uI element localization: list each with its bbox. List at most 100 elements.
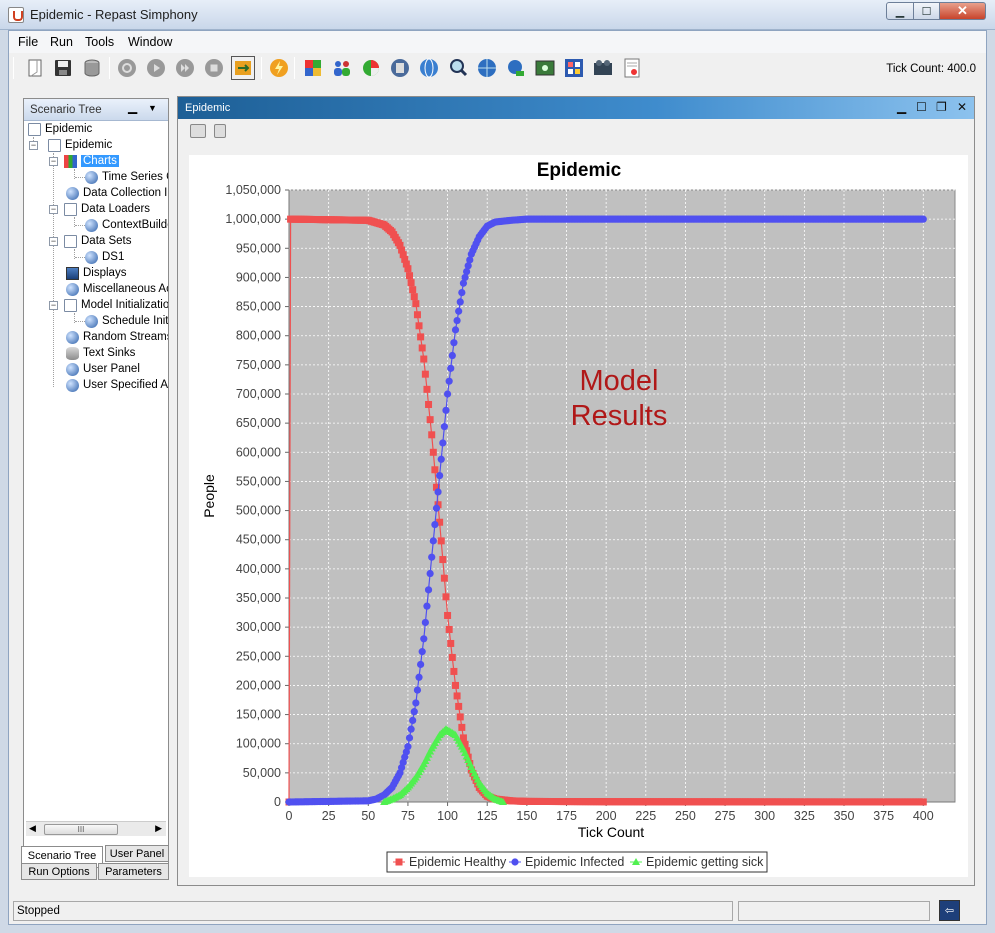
- scroll-left-icon[interactable]: ◀: [29, 823, 36, 834]
- x-tick-label: 25: [322, 809, 336, 823]
- plot-background: [288, 189, 956, 803]
- toolbar-separator: [261, 57, 262, 79]
- menu-tools[interactable]: Tools: [85, 35, 114, 49]
- reset-icon[interactable]: [231, 56, 255, 80]
- tree-node-misc-actions[interactable]: Miscellaneous Act: [66, 281, 168, 297]
- collapse-icon[interactable]: −: [49, 237, 58, 246]
- tab-parameters[interactable]: Parameters: [98, 863, 169, 880]
- tree-node-user-specified-actions[interactable]: User Specified Ac: [66, 377, 168, 393]
- tab-run-options[interactable]: Run Options: [21, 863, 97, 880]
- data-point-1: [426, 569, 434, 578]
- tree-node-ds1[interactable]: DS1: [85, 249, 124, 265]
- pie-icon[interactable]: [359, 56, 383, 80]
- horizontal-scrollbar[interactable]: ◀ III ▶: [26, 821, 166, 836]
- y-axis-label: People: [201, 474, 217, 518]
- data-point-0: [406, 272, 414, 280]
- report-icon[interactable]: [620, 56, 644, 80]
- init-icon[interactable]: [115, 56, 139, 80]
- data-point-0: [412, 300, 420, 308]
- x-tick-label: 150: [516, 809, 537, 823]
- tree-node-user-panel[interactable]: User Panel: [66, 361, 140, 377]
- data-point-0: [426, 416, 434, 424]
- tree-node-model-initialization[interactable]: Model Initializatio: [64, 297, 168, 313]
- panel-menu-icon[interactable]: ▼: [148, 103, 157, 113]
- x-tick-label: 225: [635, 809, 656, 823]
- tree-node-charts[interactable]: Charts: [64, 153, 119, 169]
- tree-node-displays[interactable]: Displays: [66, 265, 126, 281]
- minimize-button[interactable]: ▁: [886, 2, 914, 20]
- data-point-1: [417, 660, 425, 669]
- scrollbar-thumb[interactable]: III: [44, 824, 118, 835]
- calculator-icon[interactable]: [388, 56, 412, 80]
- collapse-icon[interactable]: −: [49, 205, 58, 214]
- open-icon[interactable]: [23, 56, 47, 80]
- tree-node-epidemic[interactable]: Epidemic: [48, 137, 112, 153]
- image-icon[interactable]: [533, 56, 557, 80]
- tree-node-data-loaders[interactable]: Data Loaders: [64, 201, 150, 217]
- y-tick-label: 650,000: [236, 416, 281, 430]
- menu-window[interactable]: Window: [128, 35, 172, 49]
- play-icon[interactable]: [144, 56, 168, 80]
- collapse-icon[interactable]: −: [49, 157, 58, 166]
- menu-run[interactable]: Run: [50, 35, 73, 49]
- flash-icon[interactable]: [267, 56, 291, 80]
- data-point-1: [445, 377, 453, 385]
- tree-node-data-collection[interactable]: Data Collection In: [66, 185, 168, 201]
- status-text: Stopped: [17, 905, 60, 917]
- panel-minimize-icon[interactable]: ▁: [128, 100, 137, 114]
- tree-node-context-builder[interactable]: ContextBuilde: [85, 217, 168, 233]
- data-point-1: [447, 364, 455, 372]
- data-point-0: [407, 279, 415, 287]
- y-tick-label: 50,000: [243, 766, 281, 780]
- status-arrow-icon[interactable]: ⇦: [939, 900, 960, 921]
- tree-node-text-sinks[interactable]: Text Sinks: [66, 345, 135, 361]
- x-tick-label: 300: [754, 809, 775, 823]
- x-tick-label: 75: [401, 809, 415, 823]
- tree-node-label: Schedule Init: [102, 315, 168, 327]
- close-button[interactable]: ✕: [939, 2, 986, 20]
- node-ball-icon: [66, 330, 79, 344]
- tab-scenario-tree[interactable]: Scenario Tree: [21, 846, 103, 864]
- people-icon[interactable]: [330, 56, 354, 80]
- grid-icon[interactable]: [562, 56, 586, 80]
- maximize-button[interactable]: ☐: [913, 2, 940, 20]
- scroll-right-icon[interactable]: ▶: [155, 823, 162, 834]
- tree-connector: [75, 177, 85, 178]
- legend-label: Epidemic getting sick: [646, 855, 764, 869]
- database-icon[interactable]: [80, 56, 104, 80]
- properties-icon[interactable]: [214, 124, 226, 138]
- colors-icon[interactable]: [301, 56, 325, 80]
- document-icon: [28, 122, 41, 136]
- collapse-icon[interactable]: −: [29, 141, 38, 150]
- stop-icon[interactable]: [202, 56, 226, 80]
- chart-maximize-icon[interactable]: ☐: [916, 100, 927, 114]
- camera-icon[interactable]: [190, 124, 206, 138]
- y-tick-label: 350,000: [236, 591, 281, 605]
- chart-close-icon[interactable]: ✕: [957, 100, 967, 114]
- step-icon[interactable]: [173, 56, 197, 80]
- collapse-icon[interactable]: −: [49, 301, 58, 310]
- globe-icon[interactable]: [417, 56, 441, 80]
- chart-restore-icon[interactable]: ❐: [936, 100, 947, 114]
- chart-minimize-icon[interactable]: ▁: [897, 100, 906, 114]
- tree-node-schedule-init[interactable]: Schedule Init: [85, 313, 168, 329]
- menu-file[interactable]: File: [18, 35, 38, 49]
- tree-node-epidemic-root[interactable]: Epidemic: [28, 121, 92, 137]
- x-tick-label: 350: [834, 809, 855, 823]
- web-icon[interactable]: [475, 56, 499, 80]
- window-title-bar: Epidemic - Repast Simphony ▁ ☐ ✕: [0, 0, 995, 30]
- tab-user-panel[interactable]: User Panel: [105, 845, 169, 862]
- tree-node-time-series[interactable]: Time Series C: [85, 169, 168, 185]
- magnifier-icon[interactable]: [446, 56, 470, 80]
- tree-node-data-sets[interactable]: Data Sets: [64, 233, 132, 249]
- data-point-1: [451, 326, 460, 334]
- network-icon[interactable]: [504, 56, 528, 80]
- film-icon[interactable]: [591, 56, 615, 80]
- legend-label: Epidemic Infected: [525, 855, 624, 869]
- data-point-0: [420, 355, 428, 363]
- save-icon[interactable]: [51, 56, 75, 80]
- node-ball-icon: [85, 218, 98, 232]
- data-point-0: [445, 625, 453, 633]
- x-axis-label: Tick Count: [578, 824, 645, 840]
- tree-node-random-streams[interactable]: Random Streams: [66, 329, 168, 345]
